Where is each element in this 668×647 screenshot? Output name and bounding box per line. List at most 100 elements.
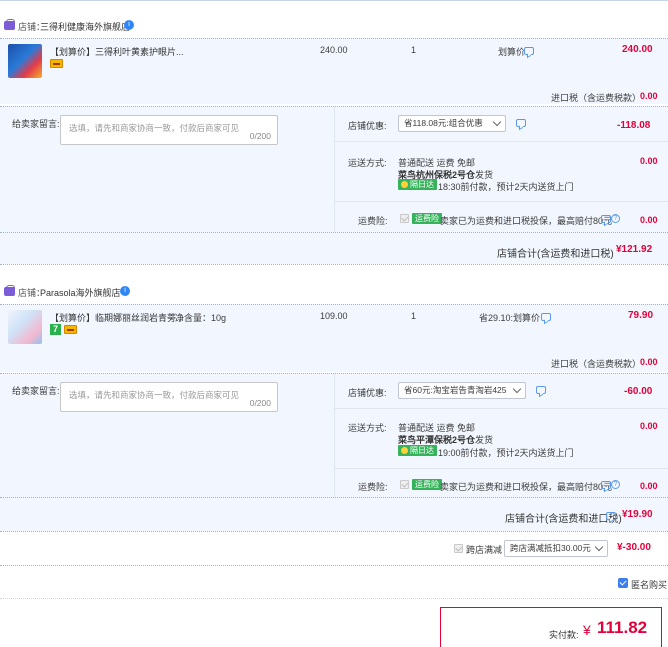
product-thumbnail[interactable] xyxy=(8,44,42,78)
discount-label: 省29.10:划算价 xyxy=(479,313,541,323)
promo-select[interactable]: 省118.08元:组合优惠 xyxy=(398,115,506,132)
payment-box: 实付款: ¥ 111.82 xyxy=(440,607,662,647)
info-icon[interactable]: i xyxy=(124,20,134,30)
next-day-tag: 隔日达 xyxy=(398,179,437,190)
message-count: 0/200 xyxy=(249,131,271,141)
divider xyxy=(334,201,668,202)
info-icon[interactable]: i xyxy=(120,286,130,296)
unit-price: 109.00 xyxy=(320,311,348,321)
payment-currency: ¥ xyxy=(583,622,591,638)
seven-day-return-icon: 7 xyxy=(50,324,61,335)
shop-header-2: 店铺： Parasola海外旗舰店 i xyxy=(0,280,668,304)
divider xyxy=(334,141,668,142)
shop-total-row-2: 店铺合计(含运费和进口税) ¥19.90 xyxy=(0,497,668,531)
chat-icon[interactable] xyxy=(541,313,551,321)
chevron-down-icon xyxy=(512,384,522,394)
message-placeholder: 选填，请先和商家协商一致，付款后商家可见 xyxy=(69,390,240,400)
cross-store-checkbox[interactable] xyxy=(454,544,463,553)
shipping-eta: 18:30前付款，预计2天内送货上门 xyxy=(438,182,574,192)
chat-icon[interactable] xyxy=(601,481,611,489)
item-row-1: 【划算价】三得利叶黄素护眼片... 240.00 1 划算价 240.00 xyxy=(0,38,668,86)
anonymous-label[interactable]: 匿名购买 xyxy=(631,578,667,591)
card-badge-icon xyxy=(50,59,63,68)
promo-select[interactable]: 省60元:淘宝岩告青淘岩425 xyxy=(398,382,526,399)
shipping-value: 0.00 xyxy=(640,156,658,166)
promo-label: 店铺优惠: xyxy=(348,121,387,131)
shop-total-row-1: 店铺合计(含运费和进口税) ¥121.92 xyxy=(0,232,668,264)
insurance-label: 运费险: xyxy=(358,216,388,226)
order-options-1: 给卖家留言: 选填，请先和商家协商一致，付款后商家可见 0/200 店铺优惠: … xyxy=(0,106,668,233)
message-label: 给卖家留言: xyxy=(12,119,60,129)
shipping-label: 运送方式: xyxy=(348,423,387,433)
item-title[interactable]: 【划算价】临期娜丽丝润岩青蒡... xyxy=(50,311,184,324)
import-tax-row-2: 进口税（含运费税款） 0.00 xyxy=(0,350,668,372)
shop-total-value: ¥19.90 xyxy=(622,509,653,520)
cross-store-select[interactable]: 跨店满减抵扣30.00元 xyxy=(504,540,608,557)
shop-total-label: 店铺合计(含运费和进口税) xyxy=(505,514,622,525)
payment-amount: 111.82 xyxy=(597,618,648,637)
insurance-checkbox[interactable] xyxy=(400,480,409,489)
divider xyxy=(0,531,668,532)
chat-icon[interactable] xyxy=(516,119,526,127)
chat-icon[interactable] xyxy=(524,47,534,55)
item-row-2: 【划算价】临期娜丽丝润岩青蒡... 净含量：10g 7 109.00 1 省29… xyxy=(0,304,668,350)
insurance-desc: 卖家已为运费和进口税投保，最高赔付80元 xyxy=(440,482,613,492)
chat-icon[interactable] xyxy=(536,386,546,394)
shipping-eta: 19:00前付款，预计2天内送货上门 xyxy=(438,448,574,458)
divider xyxy=(0,264,668,265)
anonymous-checkbox[interactable] xyxy=(618,578,628,588)
message-label: 给卖家留言: xyxy=(12,386,60,396)
payment-label: 实付款: xyxy=(549,630,579,640)
shop-name[interactable]: Parasola海外旗舰店 xyxy=(40,286,121,299)
shop-total-label: 店铺合计(含运费和进口税) xyxy=(497,249,614,260)
item-subtotal: 79.90 xyxy=(628,310,654,321)
product-thumbnail[interactable] xyxy=(8,310,42,344)
shipping-label: 运送方式: xyxy=(348,158,387,168)
insurance-value: 0.00 xyxy=(640,215,658,225)
quantity: 1 xyxy=(411,45,417,55)
quantity: 1 xyxy=(411,311,417,321)
message-count: 0/200 xyxy=(249,398,271,408)
divider xyxy=(334,374,335,498)
promo-value: -118.08 xyxy=(617,120,651,131)
insurance-tag: 运费险 xyxy=(412,479,442,490)
insurance-desc: 卖家已为运费和进口税投保，最高赔付80元 xyxy=(440,216,613,226)
divider xyxy=(0,598,668,599)
message-placeholder: 选填，请先和商家协商一致，付款后商家可见 xyxy=(69,123,240,133)
shop-name[interactable]: 三得利健康海外旗舰店 xyxy=(40,20,130,33)
promo-selected: 省118.08元:组合优惠 xyxy=(404,118,483,128)
chat-icon[interactable] xyxy=(601,215,611,223)
shipping-value: 0.00 xyxy=(640,421,658,431)
insurance-tag: 运费险 xyxy=(412,213,442,224)
insurance-checkbox[interactable] xyxy=(400,214,409,223)
cross-store-row: 跨店满减 跨店满减抵扣30.00元 ¥-30.00 xyxy=(0,533,668,563)
card-badge-icon xyxy=(64,325,77,334)
shop-total-value: ¥121.92 xyxy=(616,244,653,255)
help-icon[interactable]: ? xyxy=(611,480,620,489)
unit-price: 240.00 xyxy=(320,45,348,55)
chat-icon[interactable] xyxy=(606,512,616,520)
seller-message-input[interactable]: 选填，请先和商家协商一致，付款后商家可见 0/200 xyxy=(60,115,278,145)
cross-store-label: 跨店满减 xyxy=(466,545,503,555)
import-tax-label: 进口税（含运费税款） xyxy=(551,359,642,369)
chevron-down-icon xyxy=(594,542,604,552)
top-border xyxy=(0,0,668,1)
item-title[interactable]: 【划算价】三得利叶黄素护眼片... xyxy=(50,45,184,58)
divider xyxy=(334,107,335,233)
import-tax-value: 0.00 xyxy=(640,91,658,101)
import-tax-value: 0.00 xyxy=(640,357,658,367)
seller-message-input[interactable]: 选填，请先和商家协商一致，付款后商家可见 0/200 xyxy=(60,382,278,412)
divider xyxy=(334,408,668,409)
help-icon[interactable]: ? xyxy=(611,214,620,223)
shipping-send: 发货 xyxy=(475,435,494,445)
order-options-2: 给卖家留言: 选填，请先和商家协商一致，付款后商家可见 0/200 店铺优惠: … xyxy=(0,373,668,498)
promo-selected: 省60元:淘宝岩告青淘岩425 xyxy=(404,385,507,395)
divider xyxy=(0,565,668,566)
next-day-tag: 隔日达 xyxy=(398,445,437,456)
cross-store-selected: 跨店满减抵扣30.00元 xyxy=(510,543,591,553)
discount-label: 划算价 xyxy=(498,47,526,57)
item-spec: 净含量：10g xyxy=(175,313,227,323)
item-subtotal: 240.00 xyxy=(622,44,653,55)
promo-label: 店铺优惠: xyxy=(348,388,387,398)
shop-header-1: 店铺： 三得利健康海外旗舰店 i xyxy=(0,14,668,38)
